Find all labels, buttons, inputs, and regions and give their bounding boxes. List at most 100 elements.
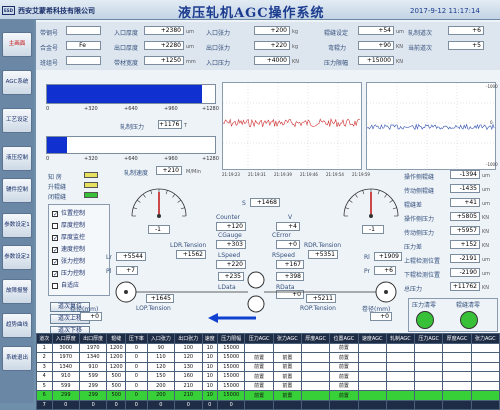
nav-param-setting-1[interactable]: 参数设定1 (2, 213, 32, 238)
table-cell[interactable]: 前置 (272, 371, 303, 382)
table-cell[interactable]: 前置 (329, 380, 359, 391)
table-cell[interactable]: 110 (146, 352, 176, 363)
nav-trend-curve[interactable]: 趋势曲线 (2, 313, 32, 338)
table-cell[interactable] (414, 380, 444, 391)
table-cell[interactable] (385, 399, 416, 410)
roll-gap-setting-field[interactable]: +54 (358, 26, 394, 35)
table-cell[interactable] (272, 399, 303, 410)
table-cell[interactable]: 前置 (272, 352, 303, 363)
table-cell[interactable]: 200 (146, 380, 176, 391)
table-cell[interactable]: 10 (201, 342, 219, 353)
table-cell[interactable] (300, 399, 331, 410)
table-cell[interactable]: 210 (174, 380, 203, 391)
trend-chart-right[interactable] (366, 82, 496, 170)
table-cell[interactable]: 0 (125, 380, 148, 391)
table-cell[interactable]: 1340 (78, 352, 108, 363)
current-pass-field[interactable]: +5 (448, 41, 484, 50)
table-cell[interactable]: 前置 (244, 361, 274, 372)
table-cell[interactable]: 910 (78, 361, 108, 372)
table-cell[interactable]: 前置 (244, 380, 274, 391)
table-cell[interactable]: 前置 (244, 371, 274, 382)
table-cell[interactable]: 299 (78, 390, 108, 401)
table-cell[interactable]: 500 (106, 371, 127, 382)
table-cell[interactable]: 10 (201, 390, 219, 401)
table-cell[interactable]: 1 (36, 342, 53, 353)
table-cell[interactable]: 10 (201, 380, 219, 391)
checkbox-thickness-control[interactable]: 厚度控制 (52, 220, 85, 229)
table-cell[interactable]: 0 (174, 399, 203, 410)
table-cell[interactable] (244, 342, 274, 353)
table-cell[interactable] (414, 371, 444, 382)
table-row[interactable]: 6 299 299 500 0 200 210 10 15000 前置 前置 前置 (36, 390, 500, 401)
table-cell[interactable] (385, 342, 416, 353)
table-row[interactable]: 1 3000 1970 1200 0 90 100 10 15000 前置 (36, 342, 500, 353)
table-cell[interactable] (357, 371, 387, 382)
table-cell[interactable]: 1970 (51, 352, 80, 363)
table-cell[interactable] (300, 390, 331, 401)
table-cell[interactable] (329, 399, 359, 410)
entry-tension-field[interactable]: +200 (254, 26, 290, 35)
table-cell[interactable] (470, 380, 500, 391)
table-cell[interactable] (470, 399, 500, 410)
table-cell[interactable]: 前置 (329, 390, 359, 401)
table-cell[interactable]: 前置 (244, 390, 274, 401)
table-cell[interactable] (470, 352, 500, 363)
table-cell[interactable]: 10 (201, 361, 219, 372)
table-cell[interactable] (414, 399, 444, 410)
table-cell[interactable]: 15000 (217, 390, 246, 401)
table-cell[interactable] (357, 342, 387, 353)
table-cell[interactable] (414, 352, 444, 363)
table-cell[interactable] (300, 380, 331, 391)
table-cell[interactable]: 150 (146, 371, 176, 382)
table-cell[interactable]: 前置 (272, 380, 303, 391)
pressure-limit-field[interactable]: +15000 (358, 56, 394, 65)
nav-hydraulic-control[interactable]: 液压控制 (2, 146, 32, 171)
table-cell[interactable]: 120 (174, 352, 203, 363)
table-cell[interactable] (442, 390, 472, 401)
table-cell[interactable]: 前置 (329, 371, 359, 382)
checkbox-pressure-control[interactable]: ✓ 压力控制 (52, 268, 85, 277)
table-cell[interactable] (244, 399, 274, 410)
table-cell[interactable] (385, 361, 416, 372)
table-cell[interactable]: 0 (106, 399, 127, 410)
table-cell[interactable] (442, 361, 472, 372)
nav-auxiliary-control[interactable]: 辅件控制 (2, 178, 32, 203)
table-cell[interactable] (357, 361, 387, 372)
table-cell[interactable] (442, 380, 472, 391)
table-cell[interactable]: 15000 (217, 371, 246, 382)
table-cell[interactable]: 前置 (244, 352, 274, 363)
trend-chart-left[interactable] (222, 82, 362, 170)
table-cell[interactable]: 599 (78, 371, 108, 382)
table-cell[interactable]: 90 (146, 342, 176, 353)
table-cell[interactable] (300, 361, 331, 372)
table-cell[interactable] (357, 399, 387, 410)
table-cell[interactable]: 0 (146, 399, 176, 410)
table-cell[interactable]: 15000 (217, 380, 246, 391)
table-cell[interactable]: 1970 (78, 342, 108, 353)
table-cell[interactable]: 0 (125, 352, 148, 363)
table-cell[interactable]: 10 (201, 352, 219, 363)
table-cell[interactable]: 15000 (217, 352, 246, 363)
checkbox-speed-control[interactable]: ✓ 速度控制 (52, 244, 85, 253)
table-cell[interactable] (300, 352, 331, 363)
checkbox-position-control[interactable]: ✓ 位置控制 (52, 208, 85, 217)
table-cell[interactable]: 15000 (217, 342, 246, 353)
table-cell[interactable] (442, 342, 472, 353)
table-cell[interactable]: 160 (174, 371, 203, 382)
table-cell[interactable]: 5 (36, 380, 53, 391)
table-cell[interactable]: 0 (217, 399, 246, 410)
table-cell[interactable] (470, 371, 500, 382)
table-cell[interactable] (385, 380, 416, 391)
table-cell[interactable] (272, 342, 303, 353)
table-cell[interactable]: 0 (201, 399, 219, 410)
strip-width-field[interactable]: +1250 (144, 56, 184, 65)
rolling-pass-field[interactable]: +6 (448, 26, 484, 35)
table-cell[interactable]: 2 (36, 352, 53, 363)
table-cell[interactable]: 1200 (106, 352, 127, 363)
table-cell[interactable]: 前置 (329, 361, 359, 372)
table-row[interactable]: 700000000 (36, 399, 500, 410)
table-cell[interactable] (300, 342, 331, 353)
table-cell[interactable]: 前置 (272, 390, 303, 401)
table-cell[interactable]: 10 (201, 371, 219, 382)
entry-pressure-field[interactable]: +4000 (254, 56, 290, 65)
